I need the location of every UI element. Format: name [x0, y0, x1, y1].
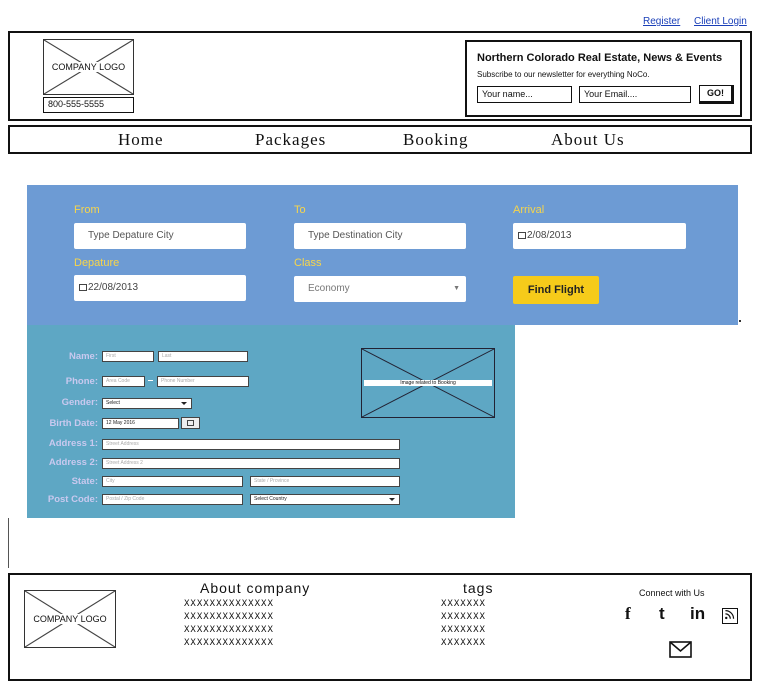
chevron-down-icon: ▼ [453, 285, 460, 292]
phone-number: 800-555-5555 [43, 97, 134, 113]
phone-number-input[interactable]: Phone Number [157, 376, 249, 387]
newsletter-name-input[interactable]: Your name... [477, 86, 572, 103]
left-divider-line [8, 518, 9, 568]
address-1-input[interactable]: Street Address [102, 439, 400, 450]
email-icon[interactable] [669, 641, 692, 658]
state-input[interactable]: State / Province [250, 476, 400, 487]
departure-date-input[interactable]: 22/08/2013 [74, 275, 246, 301]
first-name-input[interactable]: First [102, 351, 154, 362]
phone-separator [148, 380, 153, 381]
nav-about-us[interactable]: About Us [551, 130, 625, 150]
post-code-input[interactable]: Postal / Zip Code [102, 494, 243, 505]
address-1-label: Address 1: [48, 438, 98, 449]
tag-line: XXXXXXX [441, 625, 486, 635]
post-code-label: Post Code: [47, 494, 98, 505]
newsletter-go-button[interactable]: GO! [699, 85, 734, 104]
calendar-button[interactable] [181, 417, 200, 429]
address-2-label: Address 2: [48, 457, 98, 468]
register-link[interactable]: Register [643, 16, 680, 27]
company-logo: COMPANY LOGO [43, 39, 134, 95]
tag-line: XXXXXXX [441, 638, 486, 648]
about-line: XXXXXXXXXXXXXX [184, 638, 274, 648]
linkedin-icon[interactable]: in [690, 604, 705, 624]
class-select[interactable]: Economy ▼ [294, 276, 466, 302]
twitter-icon[interactable]: t [659, 604, 665, 624]
nav-home[interactable]: Home [118, 130, 164, 150]
birth-date-label: Birth Date: [49, 418, 98, 429]
nav-booking[interactable]: Booking [403, 130, 469, 150]
tags-list: XXXXXXX XXXXXXX XXXXXXX XXXXXXX [441, 598, 486, 650]
rss-icon[interactable] [722, 608, 738, 624]
arrival-label: Arrival [513, 204, 545, 216]
client-login-link[interactable]: Client Login [694, 16, 747, 27]
newsletter-email-input[interactable]: Your Email.... [579, 86, 691, 103]
footer-company-logo: COMPANY LOGO [24, 590, 116, 648]
calendar-icon [187, 420, 194, 426]
chevron-down-icon [389, 498, 395, 501]
gender-select[interactable]: Select [102, 398, 192, 409]
calendar-icon [79, 284, 87, 291]
from-label: From [74, 204, 100, 216]
to-input[interactable]: Type Destination City [294, 223, 466, 249]
newsletter-box: Northern Colorado Real Estate, News & Ev… [465, 40, 742, 117]
arrival-date-value: 2/08/2013 [527, 230, 572, 241]
departure-label: Depature [74, 257, 120, 269]
last-name-input[interactable]: Last [158, 351, 248, 362]
phone-label: Phone: [65, 376, 98, 387]
departure-date-value: 22/08/2013 [88, 282, 139, 293]
address-2-input[interactable]: Street Address 2 [102, 458, 400, 469]
divider-dot [739, 320, 741, 322]
logo-label: COMPANY LOGO [44, 62, 133, 72]
arrival-date-input[interactable]: 2/08/2013 [513, 223, 686, 249]
newsletter-title: Northern Colorado Real Estate, News & Ev… [477, 52, 723, 64]
booking-image-label: Image related to Booking [364, 380, 492, 386]
flight-search-panel [27, 185, 738, 325]
class-select-value: Economy [308, 283, 350, 294]
about-line: XXXXXXXXXXXXXX [184, 625, 274, 635]
footer-logo-label: COMPANY LOGO [25, 614, 115, 624]
gender-select-value: Select [106, 400, 120, 406]
nav-packages[interactable]: Packages [255, 130, 326, 150]
newsletter-subtitle: Subscribe to our newsletter for everythi… [477, 70, 650, 79]
connect-label: Connect with Us [639, 588, 705, 598]
chevron-down-icon [181, 402, 187, 405]
find-flight-button[interactable]: Find Flight [513, 276, 599, 304]
booking-image-placeholder: Image related to Booking [361, 348, 495, 418]
about-line: XXXXXXXXXXXXXX [184, 612, 274, 622]
birth-date-input[interactable]: 12 May 2016 [102, 418, 179, 429]
city-input[interactable]: City [102, 476, 243, 487]
state-label: State: [71, 476, 98, 487]
about-company-title: About company [200, 580, 311, 596]
gender-label: Gender: [61, 397, 98, 408]
tag-line: XXXXXXX [441, 599, 486, 609]
country-select[interactable]: Select Country [250, 494, 400, 505]
class-label: Class [294, 257, 322, 269]
calendar-icon [518, 232, 526, 239]
country-select-value: Select Country [254, 496, 287, 502]
facebook-icon[interactable]: f [625, 604, 631, 624]
area-code-input[interactable]: Area Code [102, 376, 145, 387]
to-label: To [294, 204, 306, 216]
tags-title: tags [463, 580, 494, 596]
about-line: XXXXXXXXXXXXXX [184, 599, 274, 609]
tag-line: XXXXXXX [441, 612, 486, 622]
from-input[interactable]: Type Depature City [74, 223, 246, 249]
name-label: Name: [68, 351, 98, 362]
about-company-text: XXXXXXXXXXXXXX XXXXXXXXXXXXXX XXXXXXXXXX… [184, 598, 274, 650]
